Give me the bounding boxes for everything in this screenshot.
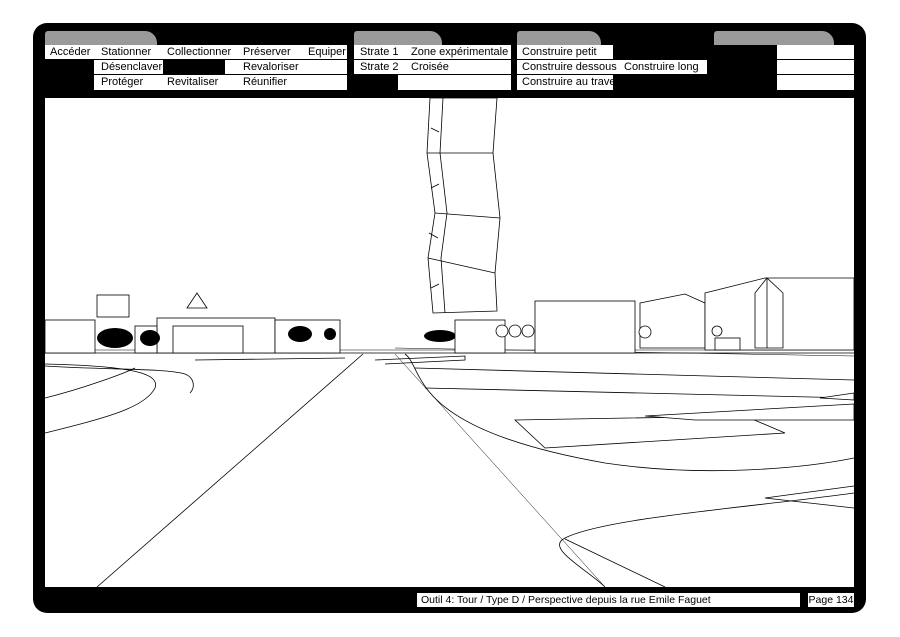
- menu-item-proteger[interactable]: Protéger: [101, 75, 143, 89]
- empty-slot: [163, 60, 225, 74]
- menu-item-construire-petit[interactable]: Construire petit: [522, 45, 597, 59]
- menu-item-construire-dessous[interactable]: Construire dessous: [522, 60, 617, 74]
- right-buildings: [454, 277, 854, 354]
- page-number: Page 134: [808, 593, 854, 607]
- empty-slot: [354, 75, 398, 90]
- menu-group-empty: [714, 45, 854, 90]
- menu-item-construire-long[interactable]: Construire long: [624, 60, 699, 74]
- menu-group-construire: Construire petit Construire dessous Cons…: [517, 45, 707, 90]
- menu-item-croisee[interactable]: Croisée: [411, 60, 449, 74]
- menu-group-actions: Accéder Stationner Collectionner Préserv…: [45, 45, 347, 90]
- menu-item-strate-1[interactable]: Strate 1: [360, 45, 399, 59]
- empty-slot: [714, 45, 777, 90]
- menu-item-strate-2[interactable]: Strate 2: [360, 60, 399, 74]
- menu-item-stationner[interactable]: Stationner: [101, 45, 151, 59]
- tower: [426, 98, 501, 314]
- tab-group-3: [517, 31, 601, 45]
- menu-item-preserver[interactable]: Préserver: [243, 45, 291, 59]
- menu-item-equiper[interactable]: Equiper: [308, 45, 346, 59]
- tab-group-2: [354, 31, 442, 45]
- tab-group-4: [714, 31, 834, 45]
- menu-group-strates: Strate 1 Zone expérimentale Strate 2 Cro…: [354, 45, 511, 90]
- menu-item-desenclaver[interactable]: Désenclaver: [101, 60, 162, 74]
- menu-item-reunifier[interactable]: Réunifier: [243, 75, 287, 89]
- road-lines: [45, 353, 854, 587]
- menu-item-construire-au-travers[interactable]: Construire au travers: [522, 75, 625, 89]
- left-buildings: [45, 292, 341, 354]
- tab-group-1: [45, 31, 157, 45]
- menu-item-zone-experimentale[interactable]: Zone expérimentale: [411, 45, 508, 59]
- menu-item-acceder[interactable]: Accéder: [50, 45, 90, 59]
- perspective-drawing: [45, 98, 854, 587]
- empty-slot: [613, 75, 707, 90]
- menu-item-revaloriser[interactable]: Revaloriser: [243, 60, 299, 74]
- menu-item-revitaliser[interactable]: Revitaliser: [167, 75, 218, 89]
- empty-slot: [45, 60, 94, 90]
- empty-slot: [613, 45, 707, 59]
- figure-caption: Outil 4: Tour / Type D / Perspective dep…: [417, 593, 800, 607]
- menu-item-collectionner[interactable]: Collectionner: [167, 45, 231, 59]
